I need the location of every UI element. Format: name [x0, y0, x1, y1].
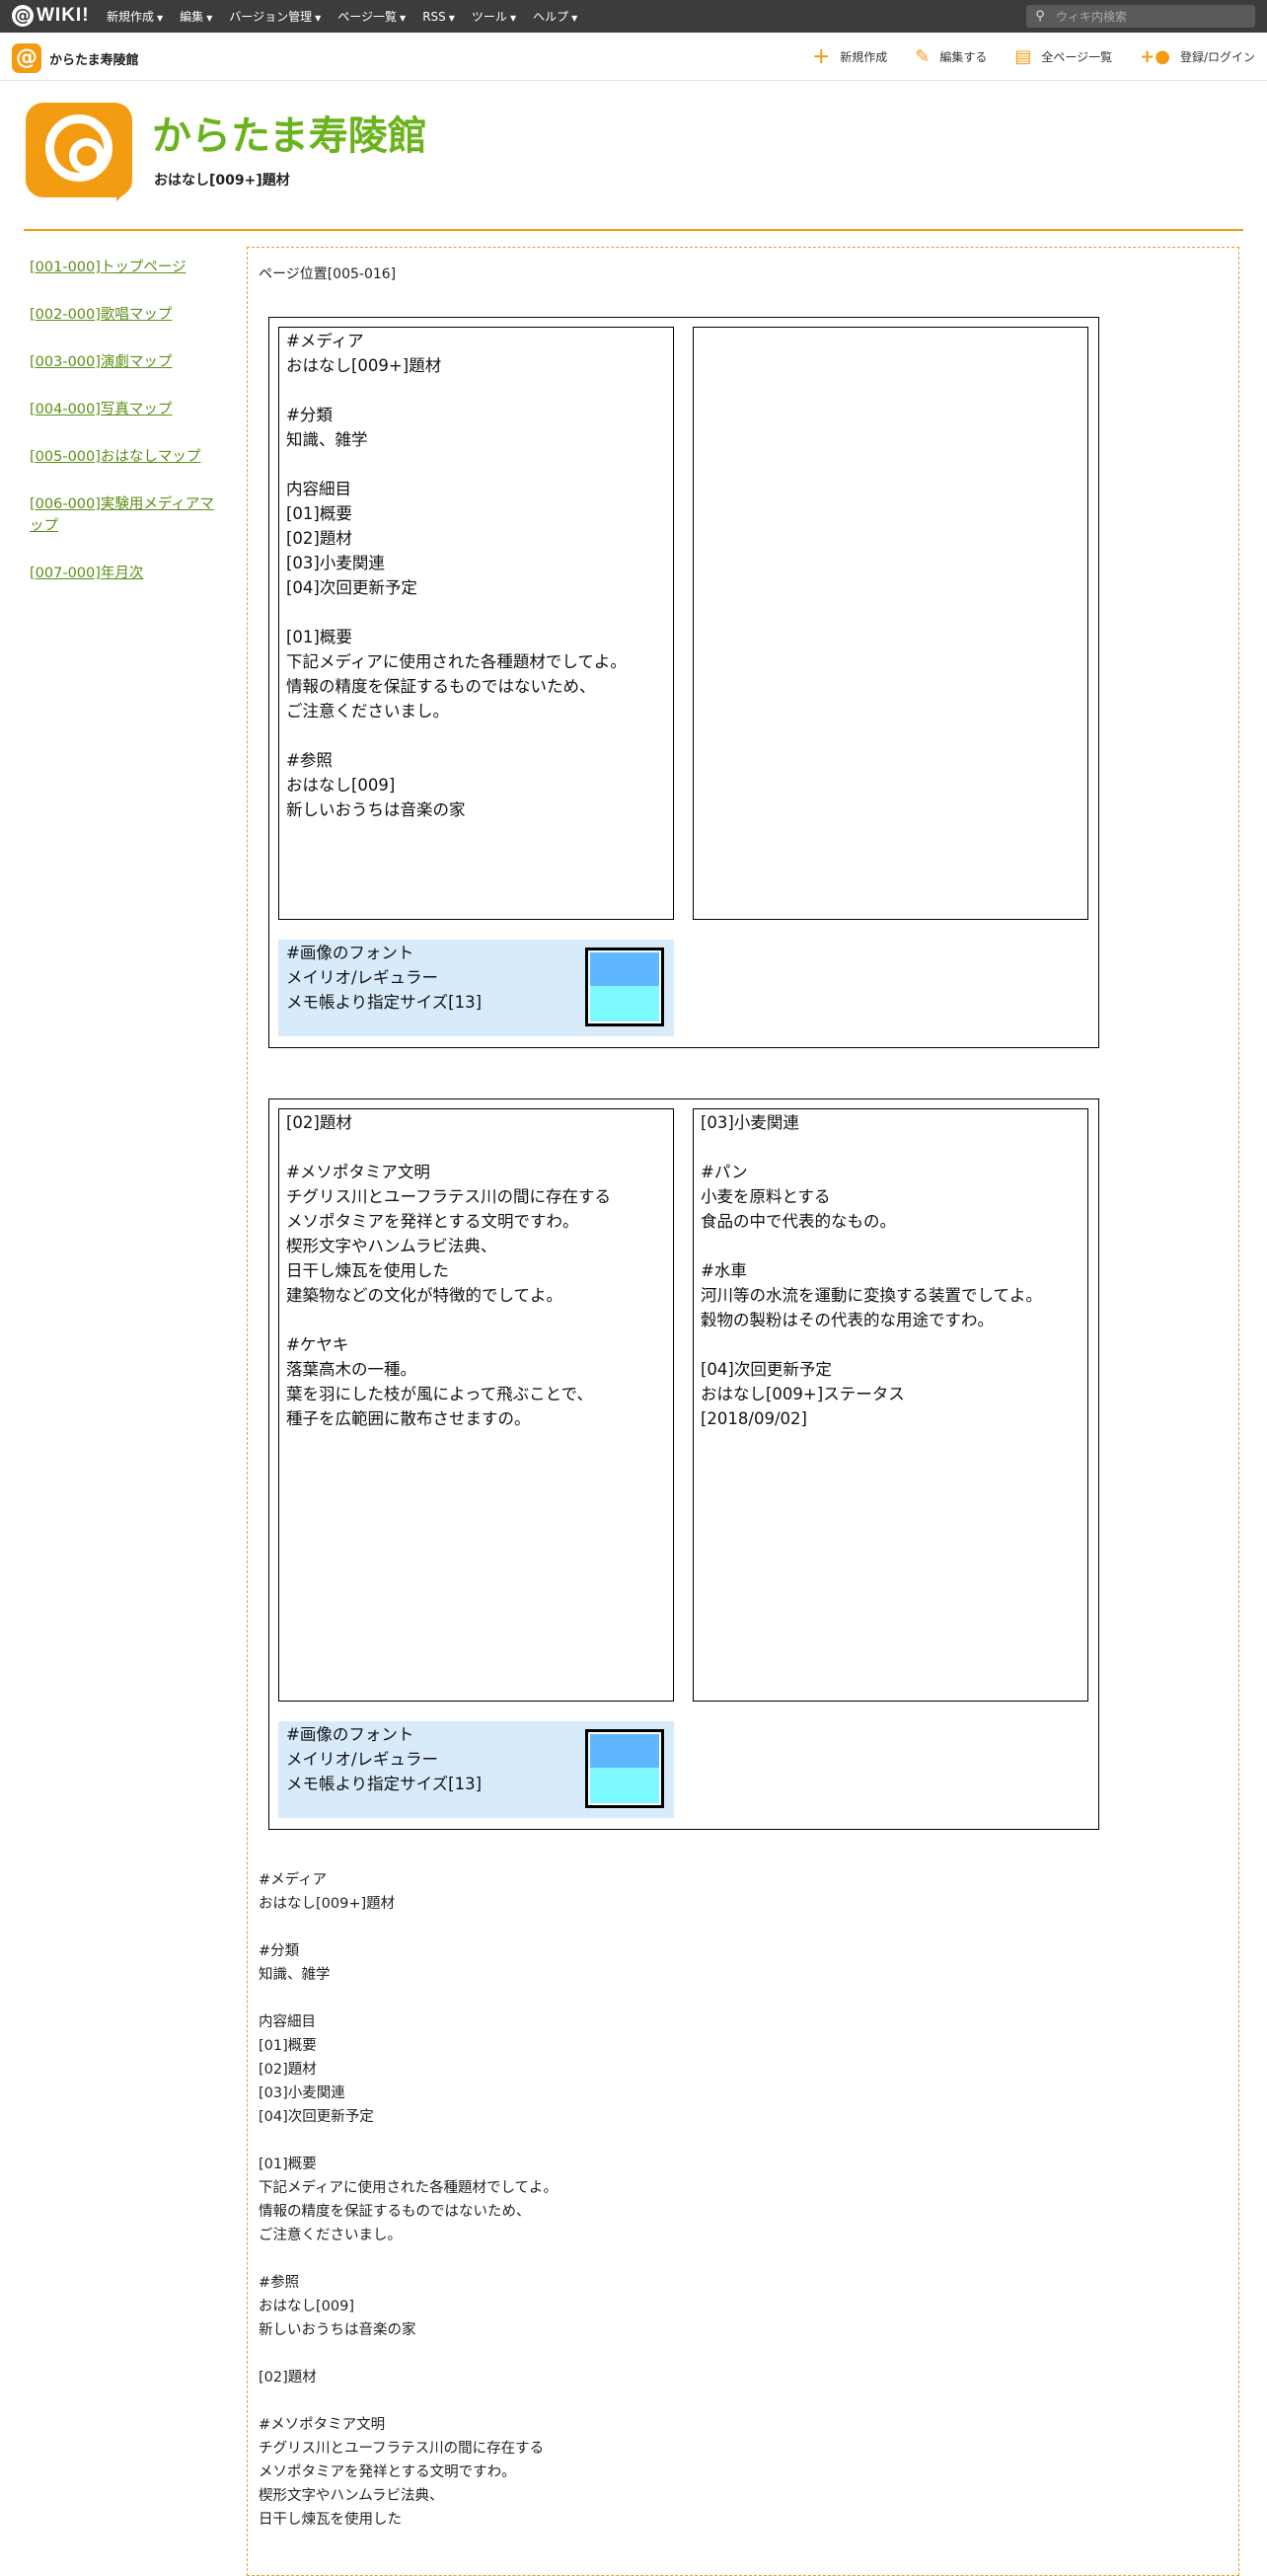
- page-actions: ＋ 新規作成 ✎ 編集する ▤ 全ページ一覧 +● 登録/ログイン: [812, 33, 1255, 80]
- sidenav-link-media-map[interactable]: [006-000]実験用メディアマップ: [30, 493, 227, 537]
- site-logo-icon[interactable]: [26, 103, 132, 201]
- main-content: ページ位置[005-016] #メディア おはなし[009+]題材 #分類 知識…: [247, 247, 1239, 2576]
- logo-text: WIKI!: [37, 5, 90, 26]
- site-subbar: @ からたま寿陵館 ＋ 新規作成 ✎ 編集する ▤ 全ページ一覧 +● 登録/ロ…: [0, 33, 1267, 81]
- sidenav-link-story-map[interactable]: [005-000]おはなしマップ: [30, 446, 227, 468]
- menu-pages[interactable]: ページ一覧 ▼: [337, 8, 406, 25]
- side-menu: [001-000]トップページ [002-000]歌唱マップ [003-000]…: [30, 257, 227, 610]
- menu-help[interactable]: ヘルプ ▼: [533, 8, 577, 25]
- site-at-icon: @: [12, 43, 41, 73]
- search-input[interactable]: [1054, 8, 1250, 25]
- image-panel-1: #メディア おはなし[009+]題材 #分類 知識、雑学 内容細目 [01]概要…: [268, 317, 1099, 1048]
- menu-new[interactable]: 新規作成 ▼: [107, 8, 163, 25]
- edit-page-button[interactable]: ✎ 編集する: [915, 46, 987, 67]
- caret-down-icon: ▼: [509, 14, 517, 23]
- plus-icon: ＋: [812, 47, 831, 68]
- panel1-color-swatch: [585, 947, 664, 1026]
- caret-down-icon: ▼: [571, 14, 578, 23]
- pencil-icon: ✎: [915, 45, 931, 67]
- header-divider: [24, 229, 1243, 231]
- image-panel-2: [02]題材 #メソポタミア文明 チグリス川とユーフラテス川の間に存在する メソ…: [268, 1099, 1099, 1830]
- caret-down-icon: ▼: [448, 13, 455, 23]
- site-subtitle: おはなし[009+]題材: [154, 173, 290, 189]
- new-page-button[interactable]: ＋ 新規作成: [812, 43, 887, 69]
- site-title[interactable]: からたま寿陵館: [152, 111, 427, 162]
- menu-rss[interactable]: RSS ▼: [422, 10, 455, 24]
- user-add-icon: +●: [1140, 45, 1170, 67]
- wiki-search: ⚲: [1026, 5, 1255, 28]
- menu-version[interactable]: バージョン管理 ▼: [229, 8, 321, 25]
- panel2-right-text: [03]小麦関連 #パン 小麦を原料とする 食品の中で代表的なもの。 #水車 河…: [693, 1108, 1088, 1702]
- caret-down-icon: ▼: [315, 14, 322, 23]
- sidenav-link-top[interactable]: [001-000]トップページ: [30, 257, 227, 278]
- all-pages-button[interactable]: ▤ 全ページ一覧: [1014, 46, 1112, 67]
- at-icon: @: [12, 5, 34, 27]
- panel2-left-text: [02]題材 #メソポタミア文明 チグリス川とユーフラテス川の間に存在する メソ…: [278, 1108, 674, 1702]
- sidenav-link-yearmonth[interactable]: [007-000]年月次: [30, 563, 227, 584]
- atwiki-logo[interactable]: @ WIKI!: [12, 5, 90, 27]
- panel1-right-text: [693, 327, 1088, 920]
- page-body-text: #メディア おはなし[009+]題材 #分類 知識、雑学 内容細目 [01]概要…: [259, 1872, 559, 2528]
- site-name: からたま寿陵館: [49, 52, 139, 68]
- panel1-left-text: #メディア おはなし[009+]題材 #分類 知識、雑学 内容細目 [01]概要…: [278, 327, 674, 920]
- menu-edit[interactable]: 編集 ▼: [180, 8, 212, 25]
- panel2-color-swatch: [585, 1729, 664, 1808]
- site-link[interactable]: @ からたま寿陵館: [12, 43, 139, 73]
- sidenav-link-song-map[interactable]: [002-000]歌唱マップ: [30, 304, 227, 326]
- caret-down-icon: ▼: [157, 14, 164, 23]
- sidenav-link-photo-map[interactable]: [004-000]写真マップ: [30, 399, 227, 420]
- caret-down-icon: ▼: [400, 14, 407, 23]
- global-topbar: @ WIKI! 新規作成 ▼ 編集 ▼ バージョン管理 ▼ ページ一覧 ▼ RSS ▼ ツ…: [0, 0, 1267, 33]
- menu-tools[interactable]: ツール ▼: [472, 8, 516, 25]
- sidenav-link-drama-map[interactable]: [003-000]演劇マップ: [30, 351, 227, 373]
- document-icon: ▤: [1014, 45, 1032, 67]
- caret-down-icon: ▼: [206, 14, 213, 23]
- global-menu: 新規作成 ▼ 編集 ▼ バージョン管理 ▼ ページ一覧 ▼ RSS ▼ ツール ▼ ヘルプ ▼: [107, 0, 577, 33]
- page-position: ページ位置[005-016]: [259, 266, 397, 282]
- login-button[interactable]: +● 登録/ログイン: [1140, 46, 1255, 67]
- search-icon[interactable]: ⚲: [1026, 9, 1054, 24]
